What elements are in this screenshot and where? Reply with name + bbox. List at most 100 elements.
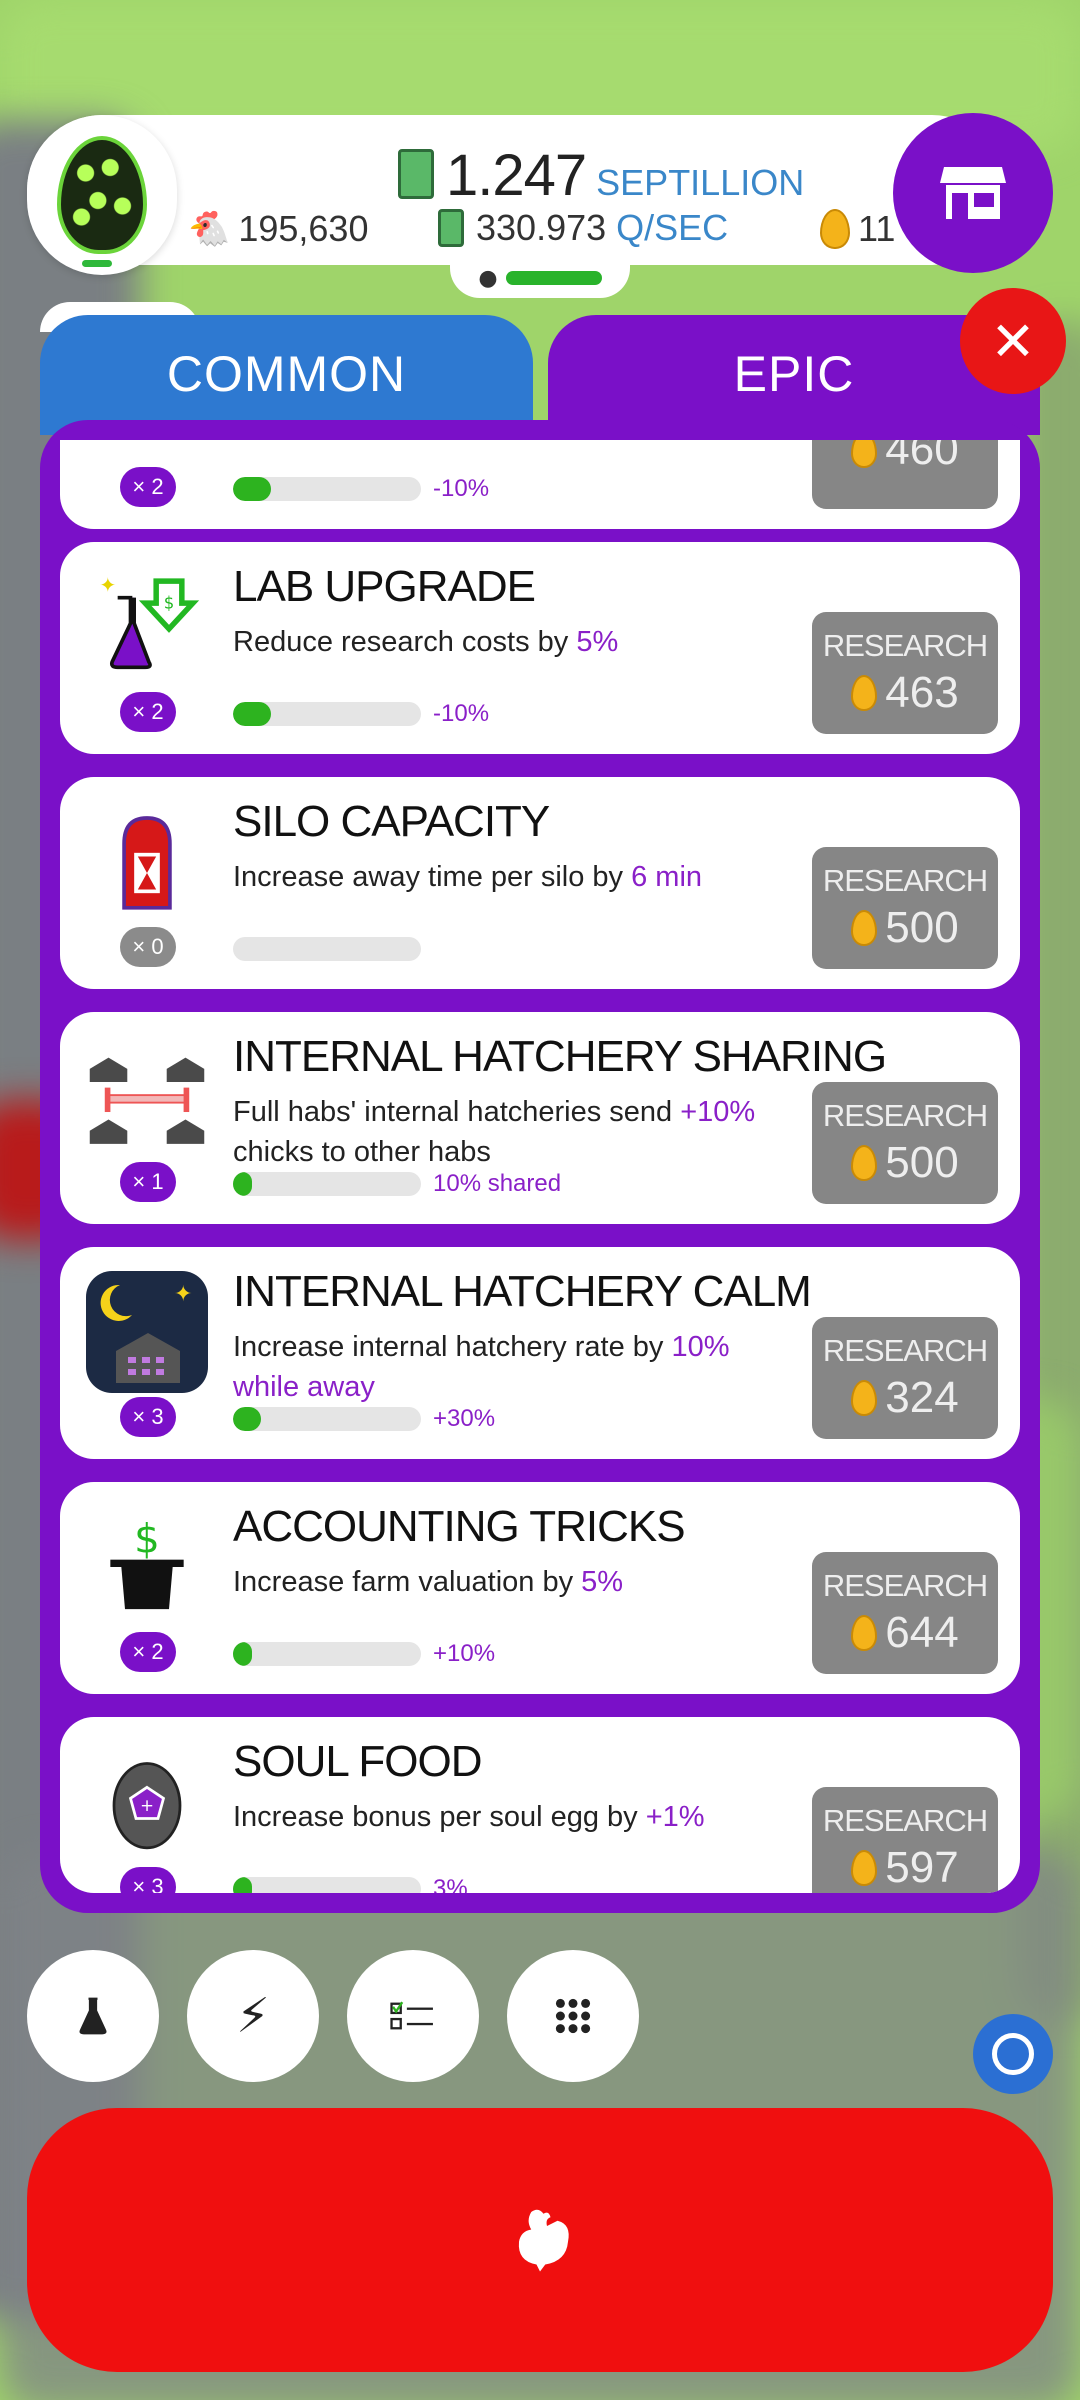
research-button[interactable]: RESEARCH 644 — [812, 1552, 998, 1674]
research-cost-value: 463 — [885, 668, 959, 717]
income-rate: 330.973 Q/SEC — [438, 207, 728, 249]
research-cost-value: 500 — [885, 903, 959, 952]
chicken-count-value: 195,630 — [238, 208, 369, 249]
research-card: × 2 -10% 460 — [60, 440, 1020, 529]
research-button-label: RESEARCH — [822, 863, 988, 898]
research-card: $ ✦ LAB UPGRADE Reduce research costs by… — [60, 542, 1020, 754]
chicken-count: 🐔 195,630 — [188, 208, 368, 250]
missions-fab-button[interactable] — [347, 1950, 479, 2082]
research-cost: 463 — [851, 668, 959, 718]
research-cost-value: 500 — [885, 1138, 959, 1187]
lightning-icon: ⚡ — [236, 1988, 270, 2044]
farm-cash: 1.247 SEPTILLION — [398, 142, 805, 208]
research-progress-text: -10% — [433, 475, 490, 502]
flask-icon — [79, 1997, 107, 2035]
cash-icon — [398, 149, 434, 199]
night-hatchery-icon: ✦ — [86, 1271, 208, 1393]
golden-egg-icon — [851, 440, 878, 468]
hatch-chicken-button[interactable] — [27, 2108, 1053, 2372]
research-progress-bar — [233, 1407, 421, 1431]
research-title: SOUL FOOD — [233, 1737, 483, 1786]
research-cost: 324 — [851, 1373, 959, 1423]
golden-egg-icon — [851, 675, 878, 711]
research-button-label: RESEARCH — [822, 1568, 988, 1603]
drone-indicator[interactable]: ● — [450, 258, 630, 298]
research-description: Reduce research costs by 5% — [233, 626, 619, 658]
shop-icon — [940, 167, 1006, 219]
research-description: Full habs' internal hatcheries send +10%… — [233, 1096, 756, 1168]
research-button[interactable]: RESEARCH 500 — [812, 1082, 998, 1204]
research-progress-bar — [233, 477, 421, 501]
close-button[interactable]: ✕ — [960, 288, 1066, 394]
research-button[interactable]: RESEARCH 324 — [812, 1317, 998, 1439]
cash-unit: SEPTILLION — [596, 162, 805, 203]
flask-discount-icon: $ ✦ — [86, 566, 208, 688]
rate-unit: Q/SEC — [616, 207, 729, 248]
quantum-egg-icon — [57, 136, 147, 254]
research-cost-value: 324 — [885, 1373, 959, 1422]
research-progress-text: 10% shared — [433, 1170, 562, 1197]
shop-button[interactable] — [893, 113, 1053, 273]
research-card: $ ACCOUNTING TRICKS Increase farm valuat… — [60, 1482, 1020, 1694]
research-card: SILO CAPACITY Increase away time per sil… — [60, 777, 1020, 989]
research-list[interactable]: × 2 -10% 460 $ ✦ LAB UPGRADE Reduce rese… — [60, 440, 1020, 1893]
chick-icon: ● — [478, 265, 498, 291]
research-level-badge: × 2 — [120, 467, 176, 507]
research-progress-text: -10% — [433, 700, 490, 727]
research-card: ✦ INTERNAL HATCHERY CALM Increase intern… — [60, 1247, 1020, 1459]
boost-fab-button[interactable]: ⚡ — [187, 1950, 319, 2082]
research-button-label: RESEARCH — [822, 1098, 988, 1133]
rate-value: 330.973 — [476, 207, 607, 248]
research-description: Increase internal hatchery rate by 10% w… — [233, 1331, 730, 1403]
golden-egg-value: 11 — [858, 208, 896, 249]
egg-progress-bar — [82, 260, 112, 267]
research-card: + SOUL FOOD Increase bonus per soul egg … — [60, 1717, 1020, 1893]
research-description: Increase away time per silo by 6 min — [233, 861, 703, 893]
assistant-button[interactable] — [973, 2014, 1053, 2094]
soul-egg-icon: + — [86, 1741, 208, 1863]
chicken-icon: 🐔 — [188, 210, 231, 248]
research-button[interactable]: RESEARCH 500 — [812, 847, 998, 969]
cash-value: 1.247 — [446, 143, 587, 208]
golden-egg-icon — [851, 1615, 878, 1651]
svg-text:$: $ — [134, 1515, 160, 1562]
research-cost: 597 — [851, 1843, 959, 1893]
svg-text:✦: ✦ — [99, 573, 116, 597]
research-progress-text: +30% — [433, 1405, 496, 1432]
grid-icon — [555, 1998, 591, 2034]
research-level-badge: × 2 — [120, 1632, 176, 1672]
svg-text:✦: ✦ — [174, 1282, 192, 1307]
research-title: ACCOUNTING TRICKS — [233, 1502, 686, 1551]
current-egg-button[interactable] — [27, 115, 177, 275]
research-level-badge: × 1 — [120, 1162, 176, 1202]
research-fab-button[interactable] — [27, 1950, 159, 2082]
drone-progress-bar — [505, 271, 602, 285]
research-button-label: RESEARCH — [822, 1803, 988, 1838]
research-cost: 644 — [851, 1608, 959, 1658]
silo-hourglass-icon — [86, 801, 208, 923]
research-progress-bar — [233, 1642, 421, 1666]
research-progress-text: 3% — [433, 1875, 468, 1893]
research-cost: 500 — [851, 903, 959, 953]
research-cost-value: 597 — [885, 1843, 959, 1892]
research-cost-value: 460 — [885, 440, 959, 474]
research-progress-bar — [233, 1172, 421, 1196]
svg-text:+: + — [140, 1796, 154, 1815]
chicken-icon — [518, 2209, 569, 2272]
research-progress-bar — [233, 1877, 421, 1893]
close-icon: ✕ — [990, 309, 1036, 373]
golden-egg-icon — [851, 1850, 878, 1886]
research-button[interactable]: RESEARCH 463 — [812, 612, 998, 734]
research-progress-bar — [233, 937, 421, 961]
golden-egg-icon — [851, 1145, 878, 1181]
research-button[interactable]: RESEARCH 597 — [812, 1787, 998, 1893]
research-progress-bar — [233, 702, 421, 726]
svg-text:$: $ — [164, 594, 175, 613]
menu-fab-button[interactable] — [507, 1950, 639, 2082]
research-cost: 460 — [851, 440, 959, 475]
research-button[interactable]: 460 — [812, 440, 998, 509]
golden-egg-icon — [820, 209, 850, 249]
tab-common[interactable]: COMMON — [40, 315, 533, 435]
research-description: Increase farm valuation by 5% — [233, 1566, 624, 1598]
checklist-icon — [390, 2001, 433, 2030]
